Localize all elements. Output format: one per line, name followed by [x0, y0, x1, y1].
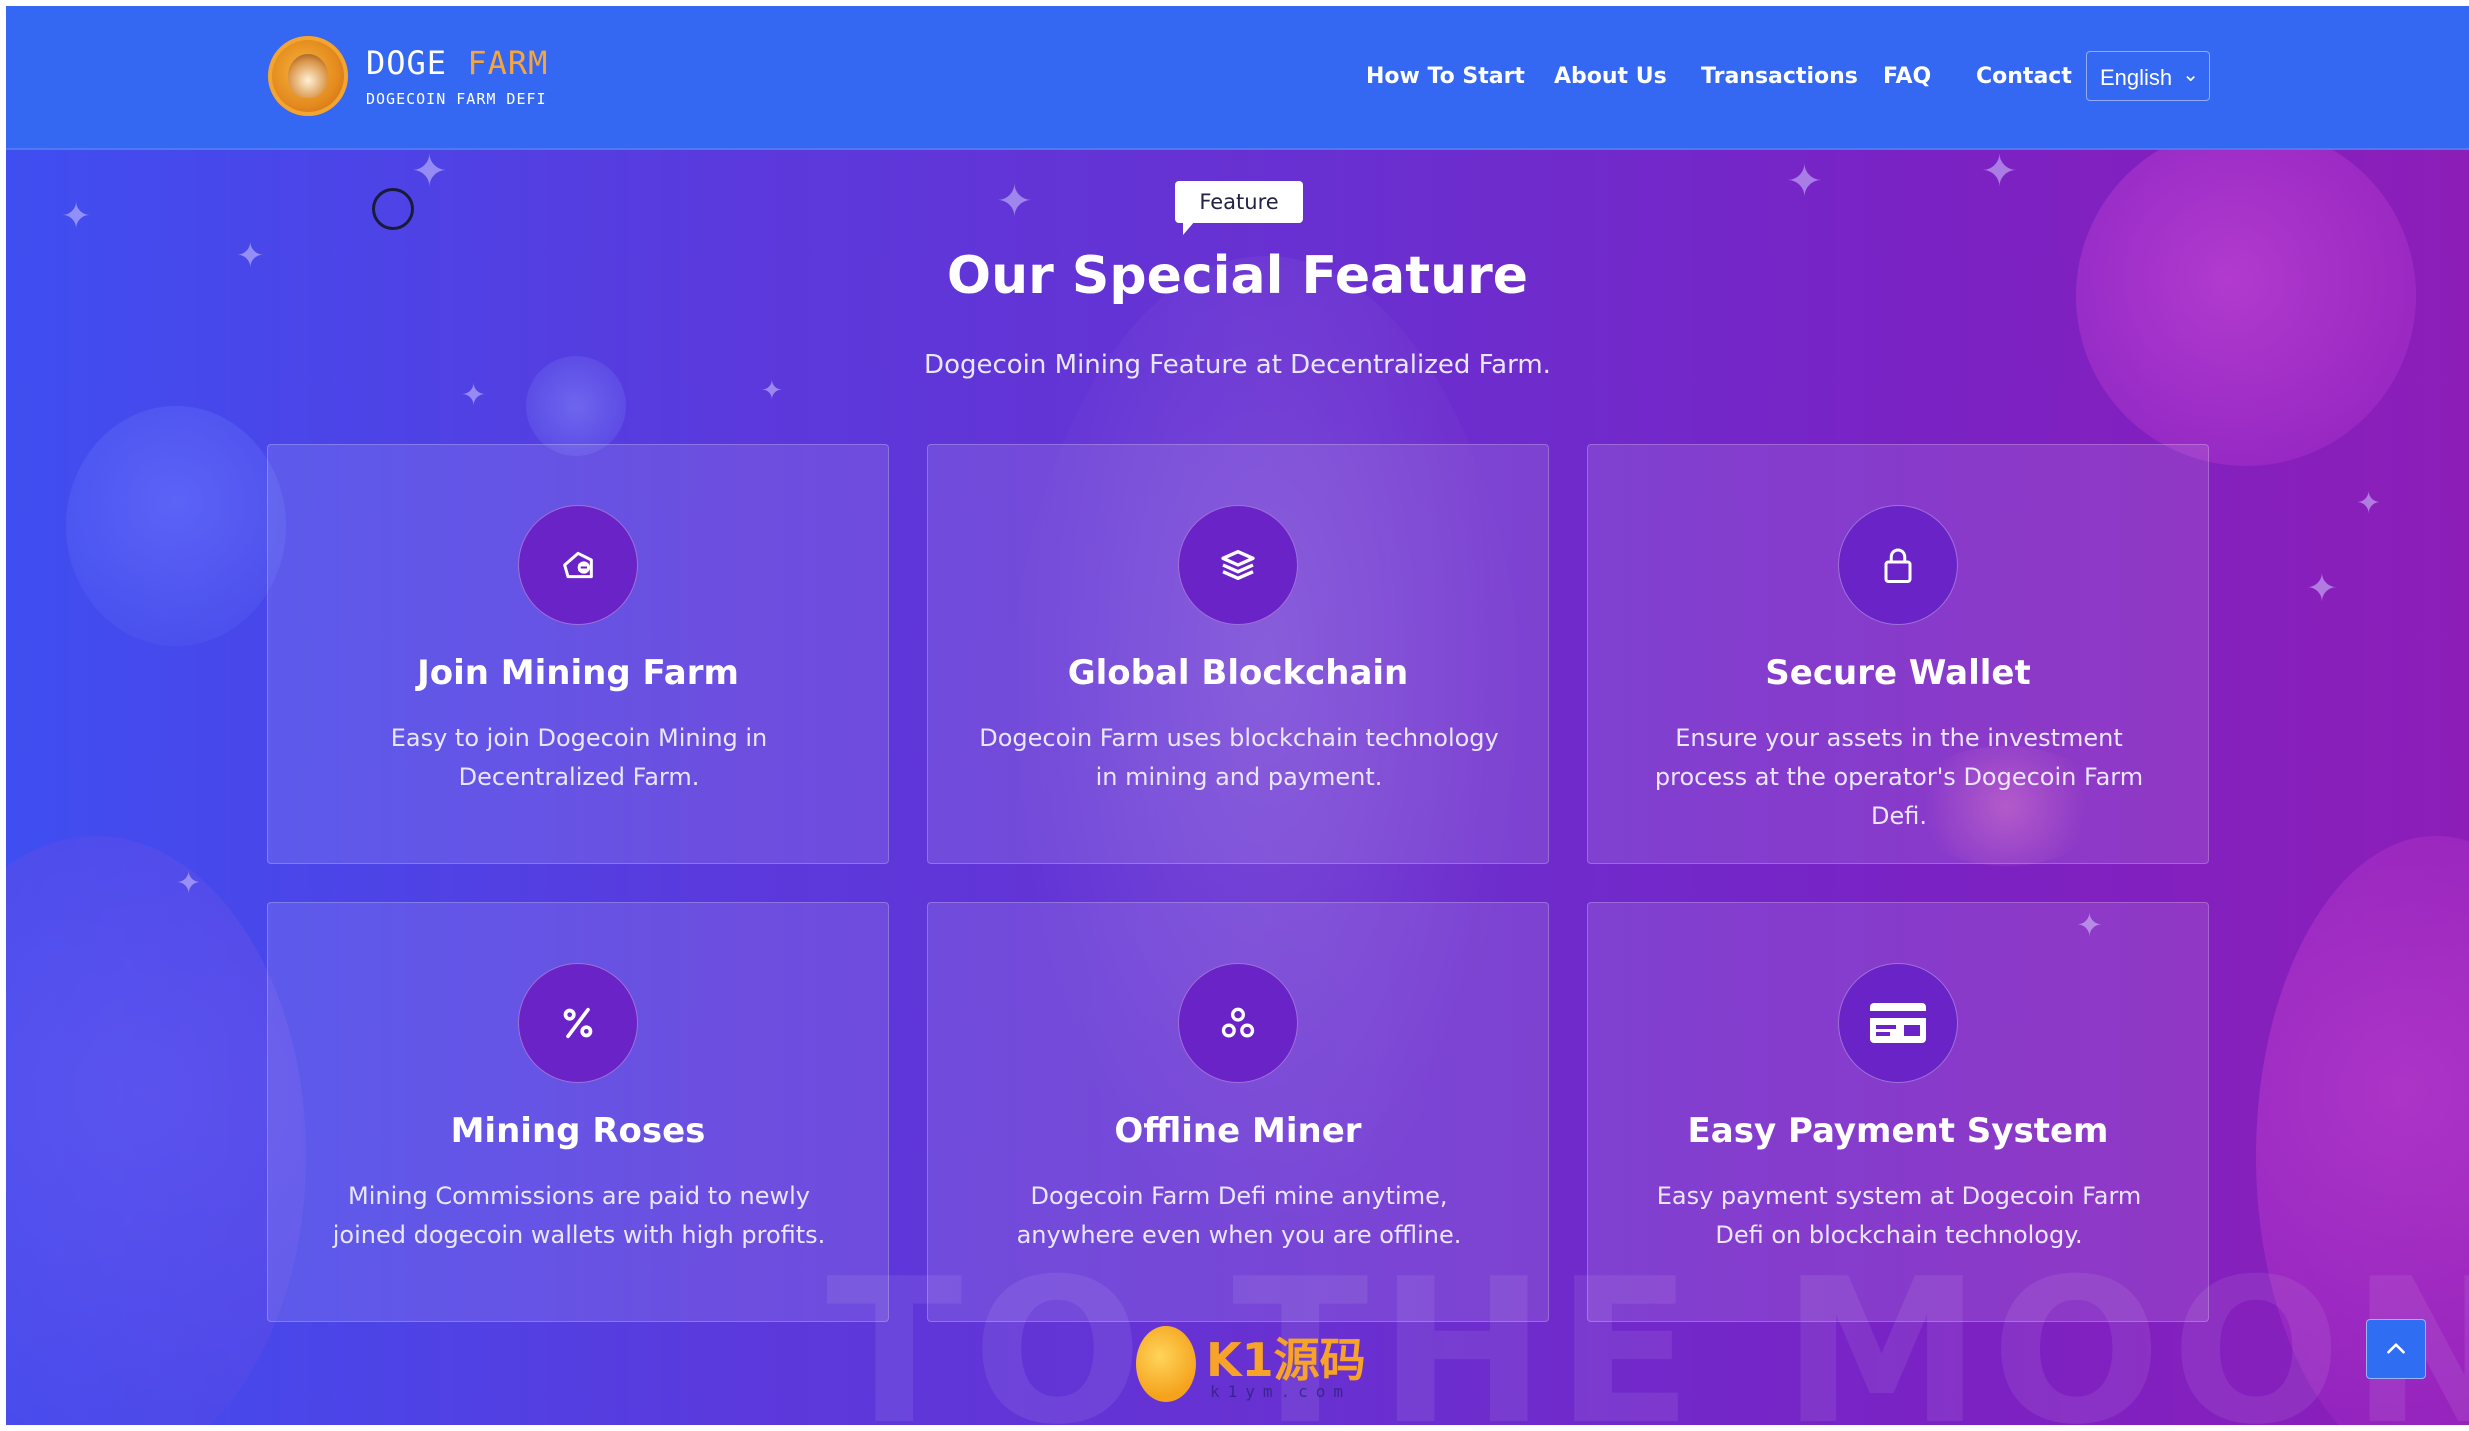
watermark-logo: K1源码 k1ym.com	[1136, 1318, 1366, 1408]
feature-title: Mining Roses	[450, 1111, 706, 1151]
sparkle-icon: ✦	[996, 176, 1033, 227]
lock-icon	[1838, 505, 1958, 625]
feature-title: Easy Payment System	[1687, 1111, 2109, 1151]
feature-description: Dogecoin Farm uses blockchain technology…	[979, 724, 1499, 791]
nav-about-us[interactable]: About Us	[1554, 64, 1667, 89]
language-select[interactable]: English ⌄	[2086, 51, 2210, 101]
sparkle-icon: ✦	[1786, 156, 1823, 207]
top-navbar: DOGE FARM DOGECOIN FARM DEFI How To Star…	[6, 6, 2469, 150]
feature-title: Global Blockchain	[1067, 653, 1409, 693]
sparkle-icon: ✦	[761, 376, 783, 406]
feature-card-offline-miner: Offline Miner Dogecoin Farm Defi mine an…	[927, 902, 1549, 1322]
brand-name-accent: FARM	[467, 44, 549, 82]
nodes-icon	[1178, 963, 1298, 1083]
feature-badge: Feature	[1175, 181, 1303, 235]
sparkle-icon: ✦	[61, 196, 92, 237]
nav-faq[interactable]: FAQ	[1883, 64, 1931, 89]
credit-card-icon	[1838, 963, 1958, 1083]
back-to-top-button[interactable]	[2366, 1319, 2426, 1379]
nav-how-to-start[interactable]: How To Start	[1366, 64, 1525, 89]
hand-coin-icon	[518, 505, 638, 625]
sparkle-icon: ✦	[176, 866, 202, 901]
feature-card-global-blockchain: Global Blockchain Dogecoin Farm uses blo…	[927, 444, 1549, 864]
nav-contact[interactable]: Contact	[1976, 64, 2072, 89]
chevron-down-icon: ⌄	[2182, 64, 2199, 86]
feature-title: Join Mining Farm	[417, 653, 739, 693]
feature-card-secure-wallet: Secure Wallet Ensure your assets in the …	[1587, 444, 2209, 864]
section-subtitle: Dogecoin Mining Feature at Decentralized…	[924, 350, 1551, 380]
brand-name[interactable]: DOGE FARM	[366, 44, 548, 82]
mouse-cursor-indicator	[372, 188, 414, 230]
nav-transactions[interactable]: Transactions	[1701, 64, 1858, 89]
sparkle-icon: ✦	[411, 146, 448, 197]
feature-description: Dogecoin Farm Defi mine anytime, anywher…	[1016, 1182, 1462, 1249]
feature-card-mining-roses: Mining Roses Mining Commissions are paid…	[267, 902, 889, 1322]
sparkle-icon: ✦	[2356, 486, 2382, 521]
planet-decoration-left	[66, 406, 286, 646]
watermark-subtext: k1ym.com	[1210, 1382, 1352, 1401]
sparkle-icon: ✦	[2306, 566, 2338, 610]
brand-name-main: DOGE	[366, 44, 448, 82]
sparkle-icon: ✦	[461, 378, 487, 413]
brand-tagline: DOGECOIN FARM DEFI	[366, 90, 547, 108]
percent-icon	[518, 963, 638, 1083]
layers-icon	[1178, 505, 1298, 625]
feature-description: Ensure your assets in the investment pro…	[1654, 724, 2144, 830]
feature-description: Easy payment system at Dogecoin Farm Def…	[1656, 1182, 2142, 1249]
language-select-value: English	[2100, 65, 2173, 90]
feature-card-easy-payment-system: Easy Payment System Easy payment system …	[1587, 902, 2209, 1322]
planet-decoration-bottom-left	[6, 836, 306, 1425]
watermark-text: K1源码	[1206, 1333, 1366, 1387]
sparkle-icon: ✦	[1981, 146, 2018, 197]
feature-description: Easy to join Dogecoin Mining in Decentra…	[390, 724, 768, 791]
feature-description: Mining Commissions are paid to newly joi…	[332, 1182, 826, 1249]
feature-title: Secure Wallet	[1765, 653, 2031, 693]
doge-logo-icon[interactable]	[268, 36, 348, 116]
page-frame: ✦ ✦ ✦ ✦ ✦ ✦ ✦ ✦ ✦ ✦ ✦ ✦ TO THE MOON DOGE…	[6, 6, 2469, 1425]
feature-card-join-mining-farm: Join Mining Farm Easy to join Dogecoin M…	[267, 444, 889, 864]
watermark-emblem-icon	[1136, 1326, 1196, 1402]
chevron-up-icon	[2387, 1343, 2405, 1354]
section-title: Our Special Feature	[946, 246, 1529, 306]
feature-title: Offline Miner	[1114, 1111, 1362, 1151]
